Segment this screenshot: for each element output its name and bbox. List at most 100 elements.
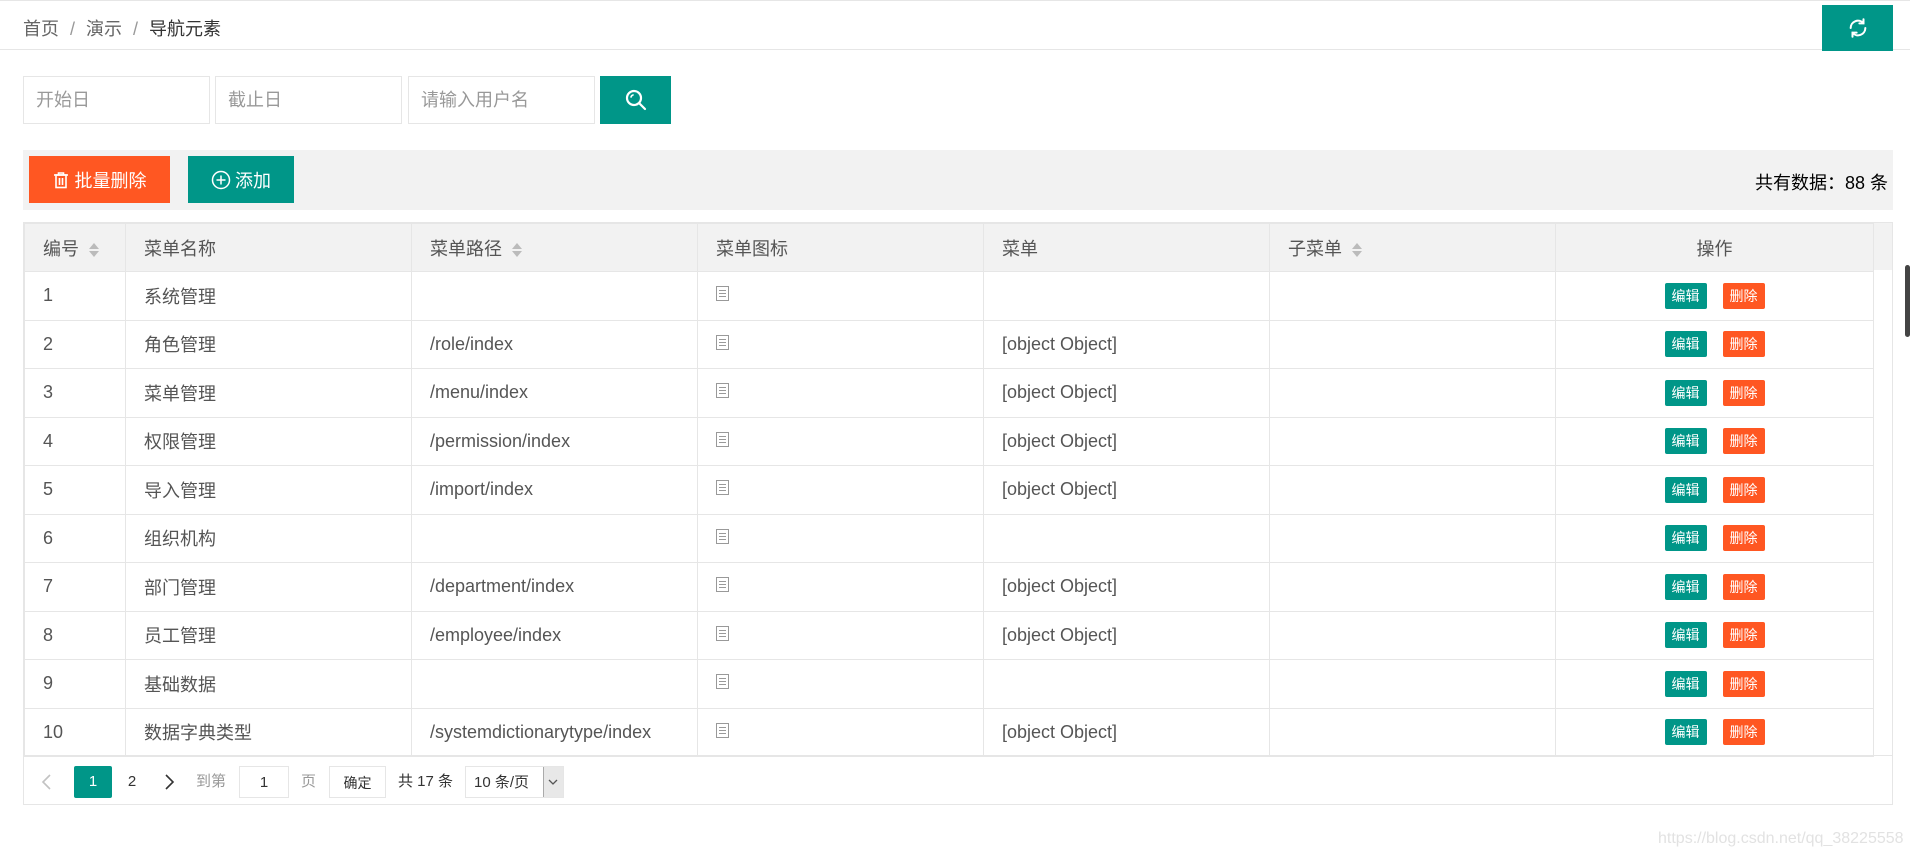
cell-menu-path: /employee/index — [411, 610, 698, 660]
watermark: https://blog.csdn.net/qq_38225558 — [1658, 830, 1904, 847]
cell-submenu — [1269, 368, 1556, 418]
start-date-input[interactable] — [23, 76, 210, 124]
cell-actions: 编辑 删除 — [1555, 562, 1874, 612]
edit-button[interactable]: 编辑 — [1664, 719, 1707, 746]
delete-button[interactable]: 删除 — [1722, 525, 1765, 552]
edit-button[interactable]: 编辑 — [1664, 379, 1707, 406]
edit-button[interactable]: 编辑 — [1664, 622, 1707, 649]
page-size-value: 10 条/页 — [474, 774, 530, 791]
search-button[interactable] — [600, 76, 671, 124]
broken-image-icon — [716, 334, 729, 350]
cell-menu-name: 部门管理 — [125, 562, 412, 612]
edit-button[interactable]: 编辑 — [1664, 428, 1707, 455]
broken-image-icon — [716, 722, 729, 738]
menu-table: 编号 菜单名称 菜单路径 菜单图标 菜单 子菜单 操作 1 系统管理 编辑 删除 2 角色… — [23, 222, 1893, 805]
col-header-id[interactable]: 编号 — [24, 223, 126, 272]
delete-button[interactable]: 删除 — [1722, 670, 1765, 697]
broken-image-icon — [716, 286, 729, 301]
cell-id: 6 — [24, 513, 126, 563]
cell-menu-icon — [697, 513, 984, 563]
delete-button[interactable]: 删除 — [1722, 282, 1765, 309]
goto-page-input[interactable]: 1 — [239, 766, 289, 798]
edit-button[interactable]: 编辑 — [1664, 282, 1707, 309]
col-header-icon: 菜单图标 — [697, 223, 984, 272]
add-button[interactable]: 添加 — [188, 156, 294, 203]
cell-menu: [object Object] — [983, 465, 1270, 515]
cell-actions: 编辑 删除 — [1555, 368, 1874, 418]
table-header-gutter — [1872, 223, 1892, 270]
batch-delete-button[interactable]: 批量删除 — [29, 156, 170, 203]
cell-menu: [object Object] — [983, 707, 1270, 757]
sort-icon[interactable] — [512, 242, 522, 258]
cell-submenu — [1269, 562, 1556, 612]
edit-button[interactable]: 编辑 — [1664, 331, 1707, 358]
broken-image-icon — [716, 480, 729, 495]
table-row: 10 数据字典类型/systemdictionarytype/index [obje… — [24, 707, 1874, 757]
prev-page-button[interactable] — [40, 766, 60, 798]
breadcrumb-home[interactable]: 首页 — [23, 15, 59, 41]
edit-button[interactable]: 编辑 — [1664, 670, 1707, 697]
cell-menu: [object Object] — [983, 319, 1270, 369]
edit-button[interactable]: 编辑 — [1664, 573, 1707, 600]
cell-menu-icon — [697, 610, 984, 660]
cell-menu-icon — [697, 416, 984, 466]
delete-button[interactable]: 删除 — [1722, 719, 1765, 746]
cell-menu-path — [411, 513, 698, 563]
table-row: 5 导入管理/import/index [object Object] 编辑 删除 — [24, 465, 1874, 515]
cell-menu-icon — [697, 707, 984, 757]
cell-menu — [983, 659, 1270, 709]
table-row: 1 系统管理 编辑 删除 — [24, 271, 1874, 321]
broken-image-icon — [716, 431, 729, 447]
total-count: 共有数据：88 条 — [1754, 173, 1888, 193]
cell-id: 3 — [24, 368, 126, 418]
cell-menu-name: 员工管理 — [125, 610, 412, 660]
broken-image-icon — [716, 674, 729, 689]
breadcrumb-demo[interactable]: 演示 — [86, 15, 122, 41]
cell-menu-path: /systemdictionarytype/index — [411, 707, 698, 757]
menu-table-grid: 编号 菜单名称 菜单路径 菜单图标 菜单 子菜单 操作 1 系统管理 编辑 删除 2 角色… — [24, 223, 1874, 757]
username-input[interactable] — [408, 76, 595, 124]
trash-icon — [53, 171, 68, 188]
delete-button[interactable]: 删除 — [1722, 573, 1765, 600]
table-row: 9 基础数据 编辑 删除 — [24, 659, 1874, 709]
col-header-path[interactable]: 菜单路径 — [411, 223, 698, 272]
cell-menu-name: 角色管理 — [125, 319, 412, 369]
cell-id: 1 — [24, 271, 126, 321]
next-page-button[interactable] — [162, 766, 182, 798]
goto-confirm-button[interactable]: 确定 — [329, 766, 386, 798]
cell-id: 10 — [24, 707, 126, 757]
page-2[interactable]: 2 — [124, 766, 140, 798]
sort-icon[interactable] — [89, 242, 99, 258]
delete-button[interactable]: 删除 — [1722, 331, 1765, 358]
cell-menu-path: /menu/index — [411, 368, 698, 418]
broken-image-icon — [716, 625, 729, 641]
delete-button[interactable]: 删除 — [1722, 379, 1765, 406]
page-1[interactable]: 1 — [74, 766, 112, 798]
end-date-input[interactable] — [215, 76, 402, 124]
col-header-menu: 菜单 — [983, 223, 1270, 272]
table-body: 1 系统管理 编辑 删除 2 角色管理/role/index [object Object]… — [24, 271, 1874, 757]
cell-menu-name: 系统管理 — [125, 271, 412, 321]
sort-icon[interactable] — [1352, 242, 1362, 258]
cell-actions: 编辑 删除 — [1555, 465, 1874, 515]
edit-button[interactable]: 编辑 — [1664, 476, 1707, 503]
broken-image-icon — [716, 577, 729, 592]
add-label: 添加 — [235, 170, 271, 191]
cell-id: 7 — [24, 562, 126, 612]
chevron-right-icon — [165, 774, 175, 790]
page-scrollbar[interactable] — [1905, 265, 1910, 337]
edit-button[interactable]: 编辑 — [1664, 525, 1707, 552]
refresh-button[interactable] — [1822, 5, 1893, 51]
cell-menu-name: 权限管理 — [125, 416, 412, 466]
cell-menu-name: 组织机构 — [125, 513, 412, 563]
delete-button[interactable]: 删除 — [1722, 622, 1765, 649]
cell-menu-path: /department/index — [411, 562, 698, 612]
page-size-select[interactable]: 10 条/页 — [465, 766, 564, 798]
col-header-submenu[interactable]: 子菜单 — [1269, 223, 1556, 272]
delete-button[interactable]: 删除 — [1722, 476, 1765, 503]
cell-actions: 编辑 删除 — [1555, 659, 1874, 709]
col-header-name: 菜单名称 — [125, 223, 412, 272]
delete-button[interactable]: 删除 — [1722, 428, 1765, 455]
table-row: 7 部门管理/department/index [object Object] 编辑删… — [24, 562, 1874, 612]
cell-submenu — [1269, 610, 1556, 660]
